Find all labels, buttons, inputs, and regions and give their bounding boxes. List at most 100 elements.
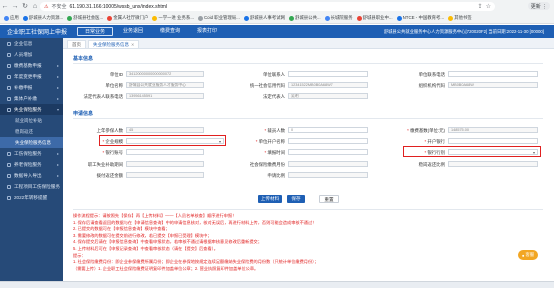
tip-line: 5. 上传材料后可在【申报记录查询】中查看审核状态（请在【提交】后查看）。 — [73, 245, 218, 251]
app-title: 企业职工社保网上申报 — [7, 30, 68, 36]
close-icon[interactable]: ✕ — [131, 41, 134, 49]
bookmark-favicon-icon — [152, 15, 158, 21]
tip-line: 操作流程提示：请按照先【保存】再【上传材料】——【人员名单核查】顺序进行申报！ — [73, 213, 237, 218]
tab-unemployment-info[interactable]: 失业保险服务信息 ✕ — [88, 40, 140, 49]
sidebar-item[interactable]: 缴费基数申报 ▸ — [0, 60, 63, 71]
app-header: 企业职工社保网上申报 日常业务 业务退回 缴费查询 报表打印 舒城县公共就业服务… — [0, 25, 554, 38]
instruction-tips: 操作流程提示：请按照先【保存】再【上传材料】——【人员名单核查】顺序进行申报！ 1… — [73, 213, 543, 272]
sidebar-item[interactable]: 集体户补缴 ▸ — [0, 93, 63, 104]
bookmark-star-icon[interactable]: ☆ — [486, 3, 491, 10]
header-tab-report-print[interactable]: 报表打印 — [190, 27, 224, 36]
sidebar-item-label: 养老保险服务 — [14, 161, 42, 167]
bookmark-item[interactable]: 舒城县人力资源... — [22, 15, 64, 21]
sidebar-subitem[interactable]: 就业岗位补贴 — [0, 115, 63, 126]
sidebar-item[interactable]: 失业保险服务 ▾ — [0, 104, 63, 115]
bookmark-favicon-icon — [243, 15, 249, 21]
header-user-info: 舒城县公共就业服务中心人力资源服务中心[720020F2] 当前日期:2022-… — [383, 28, 544, 34]
back-icon[interactable]: ← — [0, 1, 10, 11]
unit-contact-field[interactable] — [288, 71, 368, 77]
update-button[interactable]: 更新 ⋮ — [528, 2, 550, 10]
reset-button[interactable]: 重置 — [319, 195, 339, 203]
customer-service-button[interactable]: ● 客服 — [518, 250, 538, 260]
tab-unemployment-label: 失业保险服务信息 — [93, 41, 129, 47]
subsidy-period-field[interactable] — [126, 161, 204, 167]
share-icon[interactable]: ⇪ — [478, 3, 483, 10]
highlight-box-bank-type — [403, 146, 541, 157]
return-ratio-field[interactable] — [448, 161, 538, 167]
sidebar-item[interactable]: 补缴申报 ▸ — [0, 82, 63, 93]
bank-account-label: * 银行账号 — [102, 150, 123, 155]
bookmark-item[interactable]: 应用 — [3, 15, 20, 21]
menu-item-icon — [7, 74, 11, 79]
reload-icon[interactable]: ↻ — [20, 1, 30, 11]
sidebar-subitem[interactable]: 稳岗返还 — [0, 126, 63, 137]
menu-item-icon — [7, 151, 11, 156]
return-amount-field[interactable] — [126, 172, 204, 178]
legal-rep-field[interactable]: 吴明 — [288, 93, 368, 99]
bookmark-favicon-icon — [4, 15, 9, 21]
bookmark-item[interactable]: 其他书签 — [447, 15, 473, 21]
bank-field[interactable] — [448, 138, 538, 144]
bookmark-item[interactable]: 一学一进 业务系... — [151, 15, 195, 21]
chevron-right-icon: ▸ — [56, 162, 59, 167]
home-icon[interactable]: ⌂ — [30, 1, 40, 11]
header-tab-daily[interactable]: 日常业务 — [77, 27, 114, 36]
bookmark-item[interactable]: 舒城县人事考试网 — [243, 15, 286, 21]
chevron-right-icon: ▸ — [56, 151, 59, 156]
payment-base-field[interactable]: 148575.00 — [448, 127, 538, 133]
sidebar-subitem[interactable]: 失业保险服务信息 — [0, 137, 63, 148]
url-text: 61.190.31.166:10005/wssb_unx/index.shtml — [69, 3, 168, 10]
forward-icon[interactable]: → — [10, 1, 20, 11]
insecure-warning-icon: ⚠ — [44, 3, 49, 10]
payment-months-field[interactable] — [288, 161, 368, 167]
org-code-field[interactable]: MB0B0A68W — [448, 82, 538, 88]
credit-code-field[interactable]: 12341522MB0B0A68W7 — [288, 82, 368, 88]
last-year-insured-field[interactable]: 45 — [126, 127, 204, 133]
menu-item-icon — [7, 162, 11, 167]
bookmark-label: 一学一进 业务系... — [158, 15, 194, 20]
bookmark-item[interactable]: 舒城县公共... — [288, 15, 322, 21]
sidebar-item[interactable]: 企业信息 — [0, 38, 63, 49]
apply-ratio-field[interactable] — [288, 172, 368, 178]
bookmark-item[interactable]: 长城院服务 — [324, 15, 354, 21]
tip-line: 1. 保存后请查看返回的数据与在【申请信息查询】中的申请信息核对，核对无误后，再… — [73, 219, 317, 225]
bookmark-favicon-icon — [67, 15, 73, 21]
address-bar[interactable]: ⚠ 不安全 61.190.31.166:10005/wssb_unx/index… — [40, 2, 495, 11]
bank-account-field[interactable] — [126, 149, 204, 155]
legal-rep-phone-field[interactable]: 13956145591 — [126, 93, 204, 99]
bookmark-item[interactable]: 金属人社厅微门户 — [106, 15, 149, 21]
save-button[interactable]: 保存 — [287, 195, 305, 203]
unit-id-field[interactable]: 34120000000000000072 — [126, 71, 204, 77]
page-tab-strip: 首页 失业保险服务信息 ✕ — [63, 38, 554, 49]
sidebar-item[interactable]: 2022年转移提醒 — [0, 192, 63, 203]
bookmark-item[interactable]: 舒城县职业中... — [356, 15, 394, 21]
bookmark-item[interactable]: NTCE - 中国教育考... — [396, 15, 445, 21]
sidebar-item[interactable]: 年度变更申报 ▸ — [0, 71, 63, 82]
sidebar-item[interactable]: 人员增加 — [0, 49, 63, 60]
header-tab-payment-query[interactable]: 缴费查询 — [153, 27, 187, 36]
layoff-count-field[interactable]: 0 — [288, 127, 368, 133]
bookmark-label: 舒城县人事考试网 — [249, 15, 285, 20]
bookmark-item[interactable]: 舒城县社会医... — [66, 15, 104, 21]
fill-time-field[interactable] — [288, 149, 368, 155]
tip-line: 3. 需要修改的数据可在提交前进行修改，若已提交【申报已受理】模块中； — [73, 232, 212, 238]
sidebar-item[interactable]: 养老保险服务 ▸ — [0, 159, 63, 170]
sidebar-item[interactable]: 工伤保险服务 ▸ — [0, 148, 63, 159]
bookmark-favicon-icon — [289, 15, 294, 21]
highlight-box-company-size — [99, 135, 226, 146]
bookmark-item[interactable]: Coid 职业管理局... — [197, 15, 241, 21]
sidebar-item[interactable]: 数据导入导出 ▸ — [0, 170, 63, 181]
unit-name-field[interactable]: 舒城县公共就业服务人才服务中心 — [126, 82, 204, 88]
insecure-label: 不安全 — [51, 4, 67, 10]
account-name-field[interactable] — [288, 138, 368, 144]
legal-rep-label: 法定代表人 — [263, 94, 285, 99]
bookmark-favicon-icon — [107, 15, 113, 21]
sidebar-subitem-label: 就业岗位补贴 — [15, 117, 42, 123]
unit-phone-field[interactable] — [448, 71, 538, 77]
bookmark-favicon-icon — [197, 15, 203, 21]
menu-item-icon — [7, 63, 11, 68]
upload-materials-button[interactable]: 上传材料 — [258, 195, 282, 203]
tab-home[interactable]: 首页 — [67, 40, 86, 48]
sidebar-item[interactable]: 工程项目工伤保险服务 — [0, 181, 63, 192]
header-tab-returned[interactable]: 业务退回 — [116, 27, 150, 36]
